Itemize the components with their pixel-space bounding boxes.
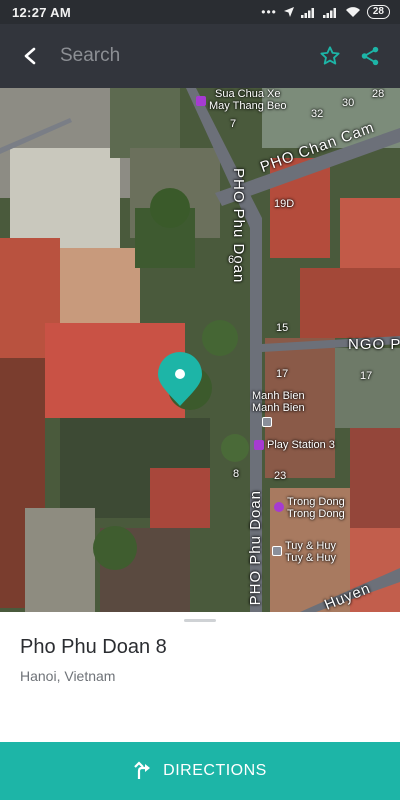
place-subtitle: Hanoi, Vietnam — [20, 668, 116, 684]
street-label: PHO Phu Doan — [247, 490, 264, 606]
back-button[interactable] — [0, 24, 60, 88]
poi-label: Play Station 3 — [267, 439, 335, 451]
shop-icon — [254, 440, 264, 450]
house-number: 17 — [276, 368, 289, 380]
street-label: PHO Phu Doan — [230, 168, 247, 284]
poi-play-station[interactable]: Play Station 3 — [254, 439, 335, 451]
directions-icon — [134, 761, 151, 779]
house-number: 8 — [233, 468, 240, 480]
street-label: NGO P — [348, 336, 400, 353]
status-time: 12:27 AM — [12, 4, 71, 20]
poi-sua-chua-xe[interactable]: Sua Chua Xe May Thang Beo — [196, 88, 286, 112]
location-pin-icon[interactable] — [155, 350, 205, 408]
house-number: 32 — [311, 108, 324, 120]
directions-label: DIRECTIONS — [163, 762, 267, 779]
poi-label: Tuy & Huy Tuy & Huy — [285, 540, 336, 564]
overflow-dots-icon: ••• — [261, 5, 277, 19]
back-arrow-icon — [24, 47, 36, 65]
house-number: 28 — [372, 88, 385, 100]
search-input[interactable] — [60, 45, 310, 67]
camera-icon — [274, 502, 284, 512]
favorite-button[interactable] — [310, 24, 350, 88]
poi-trong-dong[interactable]: Trong Dong Trong Dong — [274, 496, 345, 520]
wifi-icon — [345, 7, 360, 17]
status-icons: ••• 28 — [261, 5, 390, 19]
signal-icon — [322, 8, 336, 18]
place-title: Pho Phu Doan 8 — [20, 636, 167, 658]
poi-manh-bien[interactable]: Manh Bien Manh Bien — [252, 390, 305, 414]
star-outline-icon — [320, 46, 340, 65]
house-number: 19D — [274, 198, 295, 210]
house-number: 7 — [230, 118, 237, 130]
house-number: 30 — [342, 97, 355, 109]
poi-label: Manh Bien Manh Bien — [252, 390, 305, 414]
house-number: 17 — [360, 370, 373, 382]
house-number: 23 — [274, 470, 287, 482]
poi-manh-bien-icon-wrap — [262, 416, 272, 427]
place-details-sheet[interactable]: Pho Phu Doan 8 Hanoi, Vietnam — [0, 612, 400, 742]
screen: 12:27 AM ••• 28 Search PHO Chan Cam PHO … — [0, 0, 400, 800]
shop-icon — [196, 96, 206, 106]
share-button[interactable] — [350, 24, 390, 88]
building-icon — [272, 546, 282, 556]
sheet-drag-handle[interactable] — [184, 619, 216, 622]
poi-label: Trong Dong Trong Dong — [287, 496, 345, 520]
building-icon — [262, 417, 272, 427]
signal-icon — [300, 8, 314, 18]
directions-button[interactable]: DIRECTIONS — [0, 742, 400, 800]
status-bar: 12:27 AM ••• 28 — [0, 0, 400, 24]
battery-icon: 28 — [366, 5, 390, 19]
house-number: 15 — [276, 322, 289, 334]
app-bar — [0, 24, 400, 88]
share-icon — [361, 46, 379, 66]
search-field[interactable] — [60, 36, 310, 76]
location-arrow-icon — [283, 7, 294, 17]
poi-label: Sua Chua Xe May Thang Beo — [209, 88, 287, 112]
house-number: 6 — [228, 254, 235, 266]
satellite-map[interactable]: PHO Chan Cam PHO Phu Doan NGO P Huyen PH… — [0, 88, 400, 612]
poi-tuy-huy[interactable]: Tuy & Huy Tuy & Huy — [272, 540, 336, 564]
